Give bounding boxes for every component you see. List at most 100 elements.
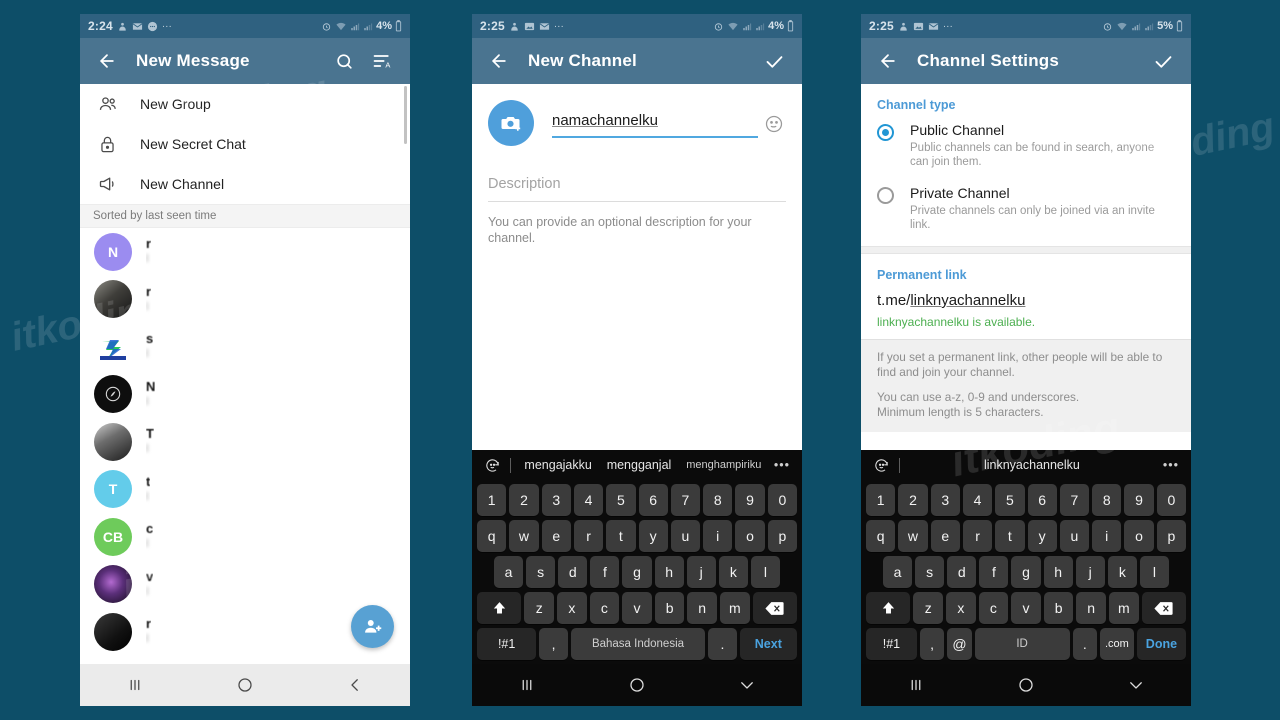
suggestion-more-icon[interactable]: ••• <box>1163 458 1179 472</box>
key[interactable]: o <box>735 520 765 552</box>
back-icon[interactable] <box>325 670 385 700</box>
key[interactable]: w <box>898 520 928 552</box>
key[interactable]: 2 <box>509 484 539 516</box>
key[interactable]: x <box>557 592 587 624</box>
key[interactable]: 5 <box>995 484 1025 516</box>
sort-by-alpha-icon[interactable]: A <box>368 47 396 75</box>
key[interactable]: h <box>1043 556 1073 588</box>
key[interactable]: c <box>978 592 1009 624</box>
key[interactable]: s <box>915 556 945 588</box>
list-item[interactable]: Tl <box>80 418 410 466</box>
key[interactable]: g <box>622 556 652 588</box>
key[interactable]: z <box>524 592 555 624</box>
key[interactable]: 1 <box>477 484 507 516</box>
done-key[interactable]: Done <box>1136 628 1186 660</box>
space-key[interactable]: Bahasa Indonesia <box>570 628 706 660</box>
chevron-down-icon[interactable] <box>717 670 777 700</box>
back-arrow-icon[interactable] <box>486 48 512 74</box>
suggestion-item[interactable]: mengganjal <box>607 458 672 472</box>
camera-add-icon[interactable] <box>488 100 534 146</box>
description-placeholder[interactable]: Description <box>488 176 786 202</box>
radio-public[interactable] <box>877 124 894 141</box>
key[interactable]: m <box>719 592 750 624</box>
key[interactable]: 5 <box>606 484 636 516</box>
suggestion-item[interactable]: linknyachannelku <box>984 458 1080 472</box>
key[interactable]: h <box>654 556 684 588</box>
back-arrow-icon[interactable] <box>875 48 901 74</box>
key[interactable]: y <box>1027 520 1057 552</box>
recents-icon[interactable] <box>105 670 165 700</box>
key[interactable]: n <box>1076 592 1106 624</box>
back-arrow-icon[interactable] <box>94 48 120 74</box>
key[interactable]: d <box>947 556 977 588</box>
list-item[interactable]: Nl <box>80 371 410 419</box>
key[interactable]: a <box>883 556 913 588</box>
shift-icon[interactable] <box>477 592 522 624</box>
key[interactable]: r <box>962 520 993 552</box>
list-item[interactable]: sl <box>80 323 410 371</box>
key[interactable]: s <box>526 556 556 588</box>
key[interactable]: 7 <box>670 484 701 516</box>
key[interactable]: r <box>573 520 604 552</box>
menu-item-new-secret-chat[interactable]: New Secret Chat <box>80 124 410 164</box>
key[interactable]: 2 <box>898 484 928 516</box>
key[interactable]: g <box>1011 556 1041 588</box>
key[interactable]: f <box>979 556 1009 588</box>
scrollbar[interactable] <box>404 86 407 144</box>
list-item[interactable]: T tl <box>80 466 410 514</box>
search-icon[interactable] <box>330 47 358 75</box>
next-key[interactable]: Next <box>739 628 797 660</box>
list-item[interactable]: vl <box>80 561 410 609</box>
menu-item-new-channel[interactable]: New Channel <box>80 164 410 204</box>
at-key[interactable]: @ <box>947 628 972 660</box>
key[interactable]: x <box>946 592 976 624</box>
key[interactable]: k <box>718 556 748 588</box>
key[interactable]: p <box>767 520 797 552</box>
key[interactable]: v <box>622 592 652 624</box>
key[interactable]: j <box>686 556 716 588</box>
recents-icon[interactable] <box>497 670 557 700</box>
option-private-channel[interactable]: Private Channel Private channels can onl… <box>861 183 1191 238</box>
key[interactable]: 9 <box>735 484 765 516</box>
key[interactable]: p <box>1156 520 1186 552</box>
key[interactable]: 3 <box>930 484 960 516</box>
home-icon[interactable] <box>996 670 1056 700</box>
key[interactable]: b <box>1043 592 1074 624</box>
key[interactable]: z <box>913 592 944 624</box>
menu-item-new-group[interactable]: New Group <box>80 84 410 124</box>
emoji-sticker-icon[interactable] <box>484 457 501 474</box>
space-key[interactable]: ID <box>974 628 1070 660</box>
key[interactable]: e <box>930 520 960 552</box>
check-icon[interactable] <box>760 47 788 75</box>
key[interactable]: 0 <box>1156 484 1186 516</box>
comma-key[interactable]: , <box>539 628 568 660</box>
radio-private[interactable] <box>877 187 894 204</box>
period-key[interactable]: . <box>708 628 737 660</box>
key[interactable]: e <box>541 520 571 552</box>
comma-key[interactable]: , <box>919 628 945 660</box>
suggestion-more-icon[interactable]: ••• <box>774 458 790 472</box>
key[interactable]: b <box>654 592 685 624</box>
dotcom-key[interactable]: .com <box>1099 628 1134 660</box>
key[interactable]: f <box>590 556 620 588</box>
permanent-link-field[interactable]: t.me/linknyachannelku <box>861 290 1191 309</box>
key[interactable]: 3 <box>541 484 571 516</box>
key[interactable]: y <box>638 520 668 552</box>
key[interactable]: n <box>687 592 717 624</box>
key[interactable]: 4 <box>573 484 604 516</box>
key[interactable]: c <box>589 592 620 624</box>
add-person-button[interactable] <box>351 605 394 648</box>
option-public-channel[interactable]: Public Channel Public channels can be fo… <box>861 120 1191 175</box>
key[interactable]: l <box>750 556 780 588</box>
key[interactable]: 1 <box>866 484 896 516</box>
backspace-icon[interactable] <box>752 592 797 624</box>
key[interactable]: q <box>866 520 896 552</box>
shift-icon[interactable] <box>866 592 911 624</box>
recents-icon[interactable] <box>886 670 946 700</box>
key[interactable]: m <box>1108 592 1139 624</box>
key[interactable]: i <box>703 520 733 552</box>
key[interactable]: q <box>477 520 507 552</box>
key[interactable]: d <box>558 556 588 588</box>
symbols-key[interactable]: !#1 <box>866 628 917 660</box>
key[interactable]: v <box>1011 592 1041 624</box>
